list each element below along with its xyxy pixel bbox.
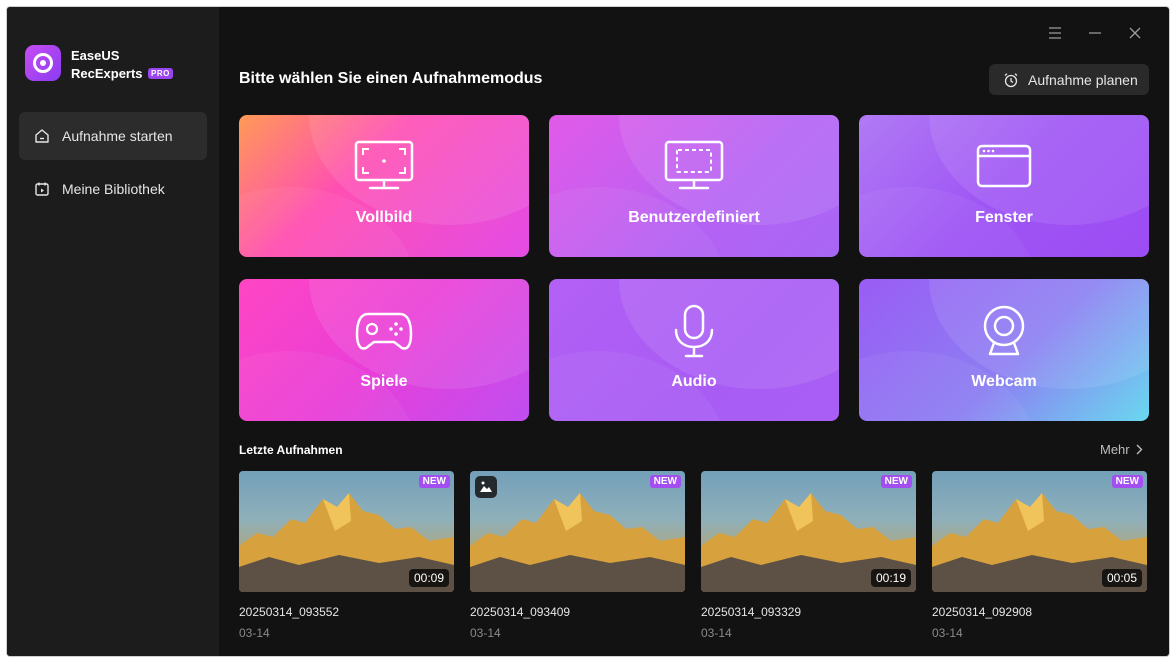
recording-filename: 20250314_093409 bbox=[470, 605, 571, 619]
library-icon bbox=[35, 182, 49, 196]
more-label: Mehr bbox=[1100, 442, 1130, 457]
page-title: Bitte wählen Sie einen Aufnahmemodus bbox=[239, 70, 543, 87]
recording-filename: 20250314_092908 bbox=[932, 605, 1033, 619]
minimize-icon[interactable] bbox=[1087, 25, 1103, 41]
recording-filename: 20250314_093552 bbox=[239, 605, 340, 619]
brand-name-line2: RecExperts bbox=[71, 66, 143, 81]
mode-card-fenster[interactable]: Fenster bbox=[859, 115, 1149, 257]
pro-badge: PRO bbox=[148, 68, 173, 79]
recording-date: 03-14 bbox=[932, 626, 963, 640]
recording-date: 03-14 bbox=[470, 626, 501, 640]
schedule-recording-label: Aufnahme planen bbox=[1028, 71, 1138, 88]
recording-thumbnail[interactable]: NEW 00:19 bbox=[701, 471, 916, 592]
new-badge: NEW bbox=[418, 475, 450, 488]
sidebar-item-label: Meine Bibliothek bbox=[62, 181, 165, 197]
new-badge: NEW bbox=[1111, 475, 1143, 488]
new-badge: NEW bbox=[880, 475, 912, 488]
recording-date: 03-14 bbox=[701, 626, 732, 640]
close-icon[interactable] bbox=[1127, 25, 1143, 41]
fullscreen-monitor-icon bbox=[354, 140, 414, 190]
mode-card-vollbild[interactable]: Vollbild bbox=[239, 115, 529, 257]
schedule-recording-button[interactable]: Aufnahme planen bbox=[989, 64, 1149, 95]
sidebar: EaseUS RecExperts PRO Aufnahme starten M… bbox=[7, 7, 219, 656]
recent-recordings-title: Letzte Aufnahmen bbox=[239, 443, 343, 457]
sidebar-item-aufnahme-starten[interactable]: Aufnahme starten bbox=[19, 112, 207, 160]
sidebar-item-meine-bibliothek[interactable]: Meine Bibliothek bbox=[19, 165, 207, 213]
mode-card-audio[interactable]: Audio bbox=[549, 279, 839, 421]
new-badge: NEW bbox=[649, 475, 681, 488]
recording-date: 03-14 bbox=[239, 626, 270, 640]
recording-thumbnail[interactable]: NEW 00:05 bbox=[932, 471, 1147, 592]
sidebar-item-label: Aufnahme starten bbox=[62, 128, 173, 144]
mode-card-label: Webcam bbox=[971, 373, 1037, 390]
app-window: EaseUS RecExperts PRO Aufnahme starten M… bbox=[7, 7, 1169, 656]
mode-card-benutzerdefiniert[interactable]: Benutzerdefiniert bbox=[549, 115, 839, 257]
recording-filename: 20250314_093329 bbox=[701, 605, 802, 619]
mountain-image bbox=[470, 493, 685, 592]
mode-card-webcam[interactable]: Webcam bbox=[859, 279, 1149, 421]
mode-card-label: Vollbild bbox=[355, 209, 413, 226]
mode-card-spiele[interactable]: Spiele bbox=[239, 279, 529, 421]
home-icon bbox=[35, 129, 49, 143]
alarm-clock-icon bbox=[1004, 72, 1018, 87]
mode-card-label: Audio bbox=[671, 373, 717, 390]
app-logo-icon bbox=[25, 45, 61, 81]
mode-card-label: Spiele bbox=[360, 373, 408, 390]
duration-badge: 00:05 bbox=[1101, 569, 1142, 587]
gamepad-icon bbox=[355, 312, 413, 350]
custom-region-monitor-icon bbox=[664, 140, 724, 190]
duration-badge: 00:09 bbox=[408, 569, 449, 587]
duration-badge: 00:19 bbox=[870, 569, 911, 587]
more-link[interactable]: Mehr bbox=[1100, 442, 1143, 457]
microphone-icon bbox=[674, 304, 714, 358]
recording-thumbnail[interactable]: NEW 00:09 bbox=[239, 471, 454, 592]
window-icon bbox=[976, 144, 1032, 188]
recording-thumbnail[interactable]: NEW bbox=[470, 471, 685, 592]
mode-card-label: Fenster bbox=[975, 209, 1033, 226]
webcam-icon bbox=[983, 305, 1025, 356]
image-type-icon bbox=[475, 476, 497, 498]
chevron-right-icon bbox=[1136, 444, 1143, 455]
brand-name-line1: EaseUS bbox=[71, 48, 120, 63]
menu-icon[interactable] bbox=[1047, 25, 1063, 41]
mode-card-label: Benutzerdefiniert bbox=[628, 209, 760, 226]
